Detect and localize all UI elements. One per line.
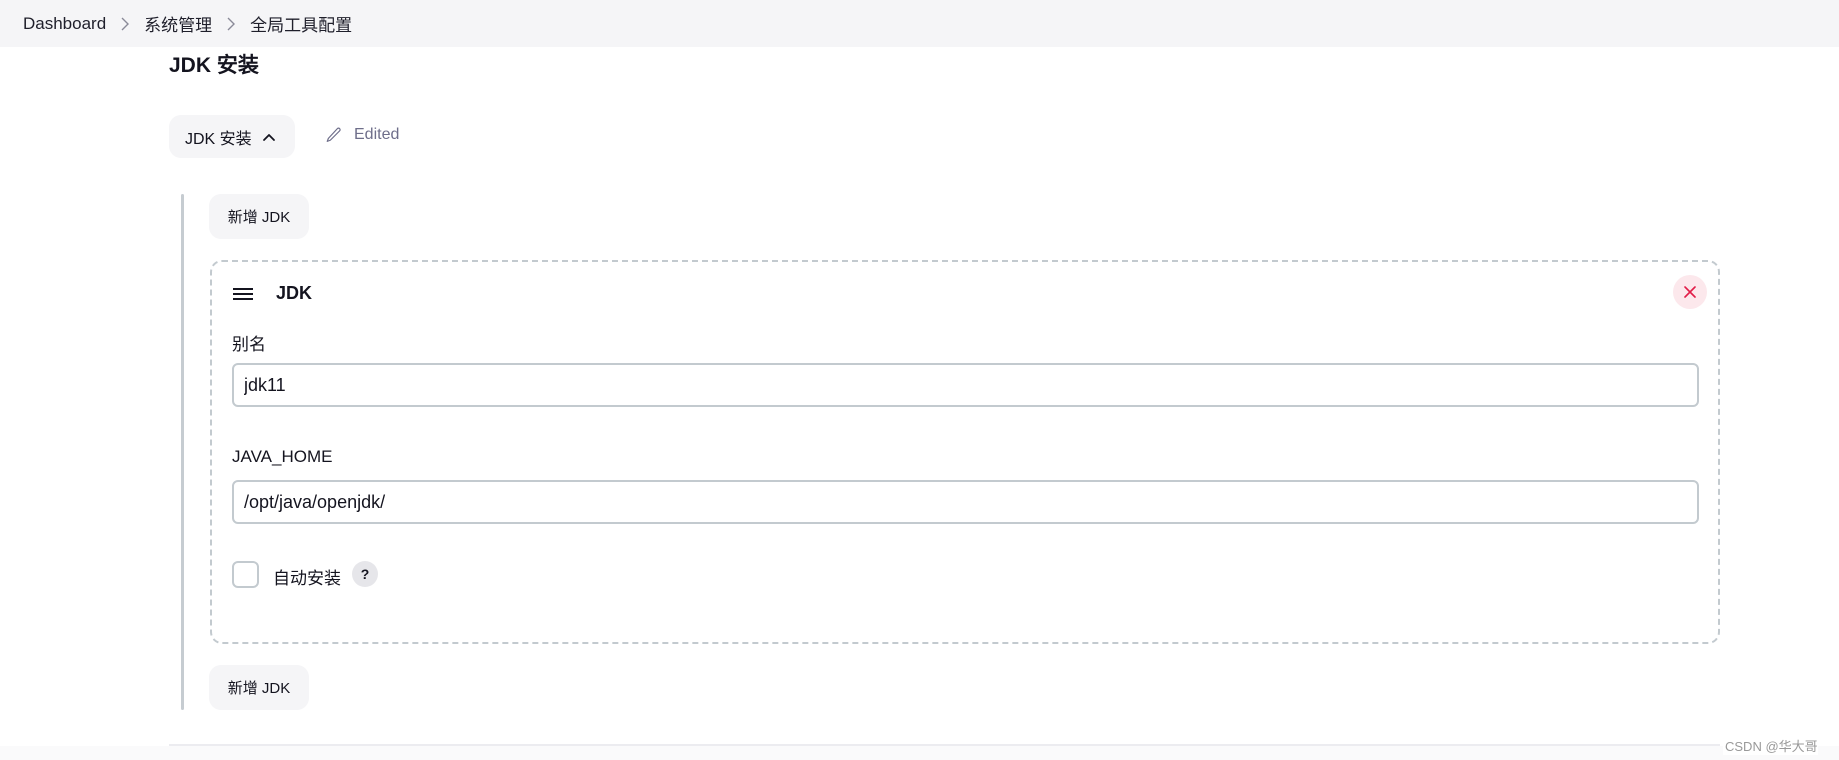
java-home-input[interactable] xyxy=(232,480,1699,524)
java-home-label: JAVA_HOME xyxy=(232,447,333,466)
section-toggle-label: JDK 安装 xyxy=(185,130,252,148)
chevron-up-icon xyxy=(262,132,276,142)
add-jdk-button-top[interactable]: 新增 JDK xyxy=(209,194,309,239)
close-icon xyxy=(1684,286,1696,298)
jdk-card-title: JDK xyxy=(276,283,313,303)
help-icon[interactable]: ? xyxy=(352,561,378,587)
watermark: CSDN @华大哥 xyxy=(1723,736,1818,755)
bottom-bar xyxy=(0,746,1839,760)
breadcrumb-item-dashboard[interactable]: Dashboard xyxy=(23,14,106,34)
edited-label: Edited xyxy=(354,126,400,143)
section-toggle-button[interactable]: JDK 安装 xyxy=(169,115,295,158)
edited-indicator: Edited xyxy=(325,126,399,144)
breadcrumb-item-global-tool-config[interactable]: 全局工具配置 xyxy=(250,11,352,36)
repeatable-group-bar xyxy=(181,194,184,710)
chevron-right-icon xyxy=(120,17,130,31)
add-jdk-button-bottom[interactable]: 新增 JDK xyxy=(209,665,309,710)
delete-jdk-button[interactable] xyxy=(1673,275,1707,309)
jdk-card: JDK 别名 JAVA_HOME 自动安装 ? xyxy=(210,260,1720,644)
auto-install-label[interactable]: 自动安装 xyxy=(273,564,341,589)
auto-install-checkbox[interactable] xyxy=(232,561,259,588)
breadcrumb: Dashboard 系统管理 全局工具配置 xyxy=(0,0,1839,47)
hamburger-icon[interactable] xyxy=(232,287,254,301)
pencil-icon xyxy=(326,127,341,142)
alias-label: 别名 xyxy=(232,335,266,354)
breadcrumb-item-system-management[interactable]: 系统管理 xyxy=(144,11,212,36)
alias-input[interactable] xyxy=(232,363,1699,407)
section-heading: JDK 安装 xyxy=(169,54,259,77)
chevron-right-icon xyxy=(226,17,236,31)
